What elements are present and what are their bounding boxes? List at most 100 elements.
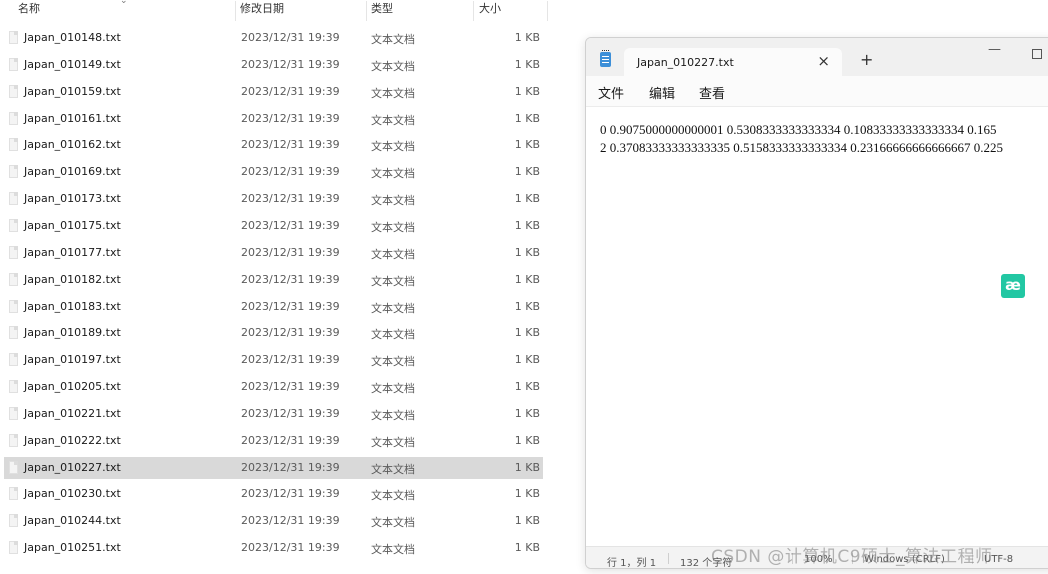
file-size: 1 KB [514, 541, 540, 555]
file-date: 2023/12/31 19:39 [241, 111, 340, 125]
file-icon [9, 514, 18, 528]
file-type: 文本文档 [371, 274, 415, 288]
column-header-name-label: 名称 [18, 2, 40, 15]
file-date: 2023/12/31 19:39 [241, 57, 340, 71]
file-type: 文本文档 [371, 462, 415, 476]
file-size: 1 KB [514, 353, 540, 367]
file-size: 1 KB [514, 487, 540, 501]
file-row[interactable]: Japan_010227.txt 2023/12/31 19:39 文本文档 1 KB [4, 456, 543, 479]
file-type: 文本文档 [371, 489, 415, 503]
file-name: Japan_010175.txt [24, 218, 121, 232]
column-header-size-label: 大小 [479, 2, 501, 15]
file-icon [9, 433, 18, 447]
file-row[interactable]: Japan_010162.txt 2023/12/31 19:39 文本文档 1 KB [4, 134, 543, 156]
notepad-text-area[interactable]: 0 0.9075000000000001 0.5308333333333334 … [586, 106, 1048, 547]
file-icon [9, 406, 18, 420]
file-explorer: 名称 ⌄ 修改日期 类型 大小 Japan_010148.txt 2023/12/… [0, 0, 548, 574]
file-date: 2023/12/31 19:39 [241, 31, 340, 44]
menu-file[interactable]: 文件 [598, 83, 624, 102]
file-name: Japan_010230.txt [24, 487, 121, 501]
file-date: 2023/12/31 19:39 [241, 380, 340, 394]
file-row[interactable]: Japan_010182.txt 2023/12/31 19:39 文本文档 1 KB [4, 269, 543, 291]
file-type: 文本文档 [371, 140, 415, 154]
file-name: Japan_010182.txt [24, 272, 121, 286]
file-date: 2023/12/31 19:39 [241, 245, 340, 259]
file-row[interactable]: Japan_010159.txt 2023/12/31 19:39 文本文档 1 KB [4, 81, 543, 103]
file-row[interactable]: Japan_010149.txt 2023/12/31 19:39 文本文档 1 KB [4, 54, 543, 76]
file-row[interactable]: Japan_010244.txt 2023/12/31 19:39 文本文档 1 KB [4, 510, 543, 532]
file-icon [9, 218, 18, 232]
file-type: 文本文档 [371, 301, 415, 315]
file-icon [9, 165, 18, 179]
file-icon [9, 31, 18, 44]
file-size: 1 KB [514, 165, 540, 179]
file-icon [9, 353, 18, 367]
file-row[interactable]: Japan_010205.txt 2023/12/31 19:39 文本文档 1 KB [4, 376, 543, 398]
column-header-type[interactable]: 类型 [367, 1, 474, 21]
file-row[interactable]: Japan_010189.txt 2023/12/31 19:39 文本文档 1 KB [4, 322, 543, 344]
file-name: Japan_010183.txt [24, 299, 121, 313]
file-type: 文本文档 [371, 33, 415, 46]
file-size: 1 KB [514, 111, 540, 125]
file-size: 1 KB [514, 433, 540, 447]
file-type: 文本文档 [371, 355, 415, 369]
file-size: 1 KB [514, 380, 540, 394]
file-row[interactable]: Japan_010183.txt 2023/12/31 19:39 文本文档 1 KB [4, 296, 543, 318]
file-size: 1 KB [514, 138, 540, 152]
file-row[interactable]: Japan_010169.txt 2023/12/31 19:39 文本文档 1 KB [4, 161, 543, 183]
file-name: Japan_010222.txt [24, 433, 121, 447]
file-row[interactable]: Japan_010175.txt 2023/12/31 19:39 文本文档 1 KB [4, 215, 543, 237]
file-row[interactable]: Japan_010173.txt 2023/12/31 19:39 文本文档 1 KB [4, 188, 543, 210]
column-header-size[interactable]: 大小 [475, 1, 548, 21]
file-name: Japan_010251.txt [24, 541, 121, 555]
file-type: 文本文档 [371, 194, 415, 208]
file-type: 文本文档 [371, 167, 415, 181]
file-name: Japan_010227.txt [24, 460, 121, 474]
tab-title: Japan_010227.txt [637, 56, 734, 69]
file-type: 文本文档 [371, 516, 415, 530]
notepad-menubar: 文件 编辑 查看 [586, 76, 1048, 106]
file-date: 2023/12/31 19:39 [241, 299, 340, 313]
file-name: Japan_010162.txt [24, 138, 121, 152]
file-row[interactable]: Japan_010221.txt 2023/12/31 19:39 文本文档 1 KB [4, 403, 543, 425]
notepad-window: Japan_010227.txt × + — 文件 编辑 查看 0 0.9075… [585, 37, 1048, 569]
file-type: 文本文档 [371, 543, 415, 557]
file-size: 1 KB [514, 460, 540, 474]
file-name: Japan_010177.txt [24, 245, 121, 259]
notepad-titlebar: Japan_010227.txt × + — [586, 38, 1048, 76]
file-name: Japan_010205.txt [24, 380, 121, 394]
file-name: Japan_010161.txt [24, 111, 121, 125]
maximize-icon[interactable] [1032, 49, 1042, 59]
file-type: 文本文档 [371, 247, 415, 261]
file-date: 2023/12/31 19:39 [241, 326, 340, 340]
notepad-tab[interactable]: Japan_010227.txt × [624, 48, 842, 76]
sort-chevron-icon: ⌄ [120, 0, 128, 6]
file-size: 1 KB [514, 245, 540, 259]
file-name: Japan_010244.txt [24, 514, 121, 528]
column-header-date[interactable]: 修改日期 [236, 1, 367, 21]
file-row[interactable]: Japan_010197.txt 2023/12/31 19:39 文本文档 1 KB [4, 349, 543, 371]
file-row[interactable]: Japan_010251.txt 2023/12/31 19:39 文本文档 1 KB [4, 537, 543, 559]
file-icon [9, 460, 18, 474]
file-row[interactable]: Japan_010230.txt 2023/12/31 19:39 文本文档 1 KB [4, 483, 543, 505]
ae-extension-icon[interactable]: æ [1001, 274, 1025, 298]
file-date: 2023/12/31 19:39 [241, 406, 340, 420]
plus-icon[interactable]: + [860, 50, 873, 69]
watermark: CSDN @计算机C9硕士_算法工程师 [711, 547, 993, 567]
file-size: 1 KB [514, 218, 540, 232]
file-row[interactable]: Japan_010177.txt 2023/12/31 19:39 文本文档 1 KB [4, 242, 543, 264]
file-row[interactable]: Japan_010161.txt 2023/12/31 19:39 文本文档 1 KB [4, 108, 543, 130]
file-row[interactable]: Japan_010148.txt 2023/12/31 19:39 文本文档 1 KB [4, 27, 543, 49]
menu-edit[interactable]: 编辑 [649, 83, 675, 102]
file-name: Japan_010169.txt [24, 165, 121, 179]
file-name: Japan_010148.txt [24, 31, 121, 44]
text-line-2: 2 0.37083333333333335 0.5158333333333334… [600, 140, 1003, 155]
minimize-icon[interactable]: — [988, 42, 1001, 57]
file-icon [9, 245, 18, 259]
file-row[interactable]: Japan_010222.txt 2023/12/31 19:39 文本文档 1 KB [4, 430, 543, 452]
file-icon [9, 541, 18, 555]
file-name: Japan_010189.txt [24, 326, 121, 340]
close-icon[interactable]: × [817, 52, 830, 70]
menu-view[interactable]: 查看 [699, 83, 725, 102]
file-date: 2023/12/31 19:39 [241, 433, 340, 447]
